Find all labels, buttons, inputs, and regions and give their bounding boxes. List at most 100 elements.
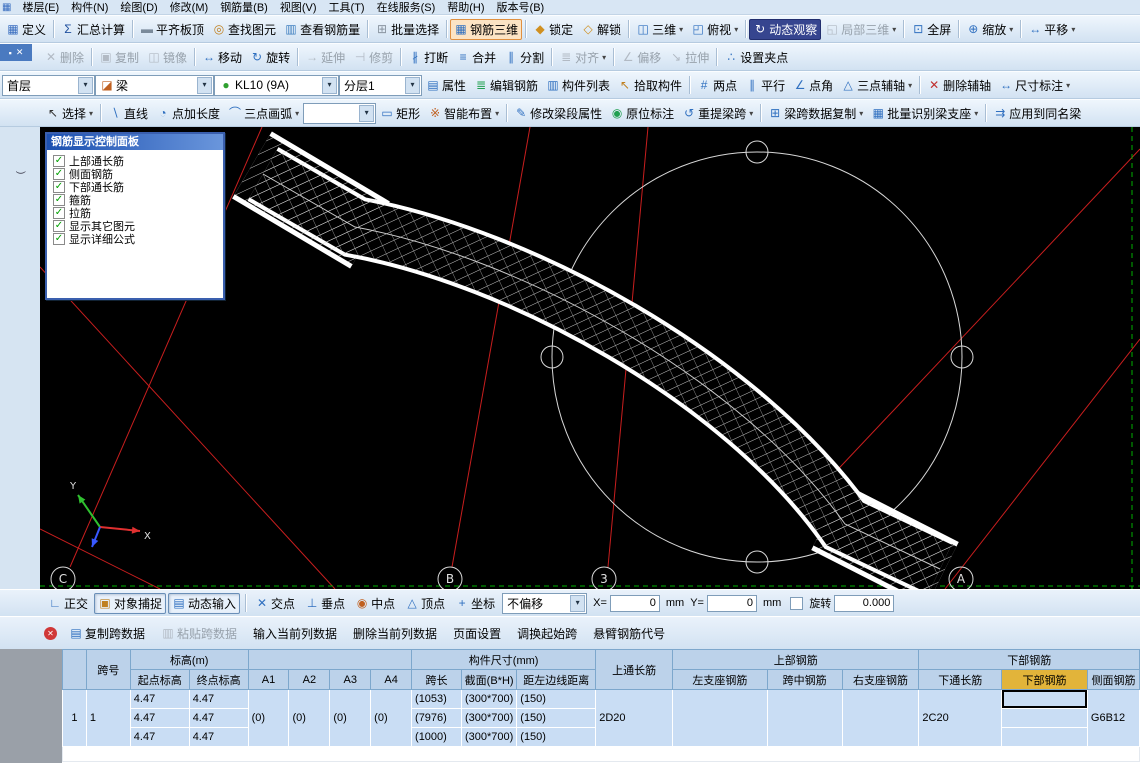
left-support-cell[interactable] bbox=[673, 690, 768, 747]
menu-draw[interactable]: 绘图(D) bbox=[115, 0, 162, 15]
page-setup-button[interactable]: 页面设置 bbox=[449, 623, 505, 644]
copy-button[interactable]: ▣复制 bbox=[95, 47, 143, 68]
col-header-span-no[interactable]: 跨号 bbox=[86, 650, 130, 690]
start-elevation-cell[interactable]: 4.47 bbox=[130, 728, 189, 747]
a3-cell[interactable]: (0) bbox=[330, 690, 371, 747]
col-header-midspan[interactable]: 跨中钢筋 bbox=[767, 670, 842, 690]
move-button[interactable]: ↔移动 bbox=[198, 47, 246, 68]
two-point-axis-button[interactable]: #两点 bbox=[693, 75, 741, 96]
fullscreen-button[interactable]: ⊡全屏 bbox=[907, 19, 955, 40]
delete-button[interactable]: ✕删除 bbox=[40, 47, 88, 68]
parallel-axis-button[interactable]: ∥平行 bbox=[741, 75, 789, 96]
define-button[interactable]: ▦定义 bbox=[2, 19, 50, 40]
edit-rebar-button[interactable]: ≣编辑钢筋 bbox=[470, 75, 542, 96]
midpoint-snap-button[interactable]: ◉中点 bbox=[351, 593, 399, 614]
batch-select-button[interactable]: ⊞批量选择 bbox=[371, 19, 443, 40]
three-point-auxaxis-button[interactable]: △三点辅轴▾ bbox=[837, 75, 916, 96]
unlock-button[interactable]: ◇解锁 bbox=[577, 19, 625, 40]
menu-component[interactable]: 构件(N) bbox=[66, 0, 113, 15]
bottom-rebar-selected-cell[interactable] bbox=[1002, 690, 1088, 709]
col-header-left-support[interactable]: 左支座钢筋 bbox=[673, 670, 768, 690]
three-point-arc-button[interactable]: ⌒三点画弧▾ bbox=[224, 103, 303, 124]
dock-pin-icon[interactable]: ▪ bbox=[9, 48, 12, 58]
element-type-combo[interactable]: ◪梁▾ bbox=[95, 75, 214, 96]
right-support-cell[interactable] bbox=[842, 690, 919, 747]
a1-cell[interactable]: (0) bbox=[248, 690, 289, 747]
align-button[interactable]: ≣对齐▾ bbox=[555, 47, 610, 68]
checkbox[interactable]: ✓ bbox=[53, 155, 65, 167]
col-header-section[interactable]: 截面(B*H) bbox=[461, 670, 516, 690]
set-grips-button[interactable]: ∴设置夹点 bbox=[720, 47, 792, 68]
col-header-bottom-rebar-selected[interactable]: 下部钢筋 bbox=[1002, 670, 1088, 690]
span-length-cell[interactable]: (1053) bbox=[412, 690, 462, 709]
start-elevation-cell[interactable]: 4.47 bbox=[130, 690, 189, 709]
top-view-button[interactable]: ◰俯视▾ bbox=[687, 19, 742, 40]
col-header-a1[interactable]: A1 bbox=[248, 670, 289, 690]
dock-tab-label[interactable]: ) bbox=[14, 171, 26, 174]
end-elevation-cell[interactable]: 4.47 bbox=[189, 709, 248, 728]
extend-button[interactable]: →延伸 bbox=[301, 47, 349, 68]
checkbox[interactable]: ✓ bbox=[53, 220, 65, 232]
section-cell[interactable]: (300*700) bbox=[461, 728, 516, 747]
menu-floor[interactable]: 楼层(E) bbox=[17, 0, 64, 15]
find-element-button[interactable]: ◎查找图元 bbox=[208, 19, 280, 40]
vertex-snap-button[interactable]: △顶点 bbox=[401, 593, 449, 614]
menu-rebar-qty[interactable]: 钢筋量(B) bbox=[215, 0, 273, 15]
select-button[interactable]: ↖选择▾ bbox=[42, 103, 97, 124]
dimension-button[interactable]: ↔尺寸标注▾ bbox=[995, 75, 1074, 96]
lock-button[interactable]: ◆锁定 bbox=[529, 19, 577, 40]
col-header-right-support[interactable]: 右支座钢筋 bbox=[842, 670, 919, 690]
checkbox[interactable]: ✓ bbox=[53, 181, 65, 193]
delete-current-column-button[interactable]: 删除当前列数据 bbox=[349, 623, 441, 644]
col-header-bottom-through[interactable]: 下通长筋 bbox=[919, 670, 1002, 690]
bottom-through-cell[interactable]: 2C20 bbox=[919, 690, 1002, 747]
menu-help[interactable]: 帮助(H) bbox=[442, 0, 489, 15]
menu-modify[interactable]: 修改(M) bbox=[165, 0, 214, 15]
pick-component-button[interactable]: ↖拾取构件 bbox=[614, 75, 686, 96]
copy-span-data-button[interactable]: ▤复制跨数据 bbox=[65, 623, 149, 644]
merge-button[interactable]: ≡合并 bbox=[452, 47, 500, 68]
col-header-side-rebar[interactable]: 侧面钢筋 bbox=[1087, 670, 1139, 690]
arc-options-combo[interactable]: ▾ bbox=[303, 103, 376, 124]
bottom-rebar-cell[interactable] bbox=[1002, 709, 1088, 728]
span-length-cell[interactable]: (7976) bbox=[412, 709, 462, 728]
start-elevation-cell[interactable]: 4.47 bbox=[130, 709, 189, 728]
summary-calc-button[interactable]: Σ汇总计算 bbox=[57, 19, 129, 40]
osnap-toggle[interactable]: ▣对象捕捉 bbox=[94, 593, 166, 614]
intersection-snap-button[interactable]: ✕交点 bbox=[251, 593, 299, 614]
beam-wireframe[interactable] bbox=[252, 165, 942, 575]
left-edge-dist-cell[interactable]: (150) bbox=[517, 690, 596, 709]
re-extract-span-button[interactable]: ↺重提梁跨▾ bbox=[678, 103, 757, 124]
dynamic-input-toggle[interactable]: ▤动态输入 bbox=[168, 593, 240, 614]
properties-button[interactable]: ▤属性 bbox=[422, 75, 470, 96]
a2-cell[interactable]: (0) bbox=[289, 690, 330, 747]
ortho-toggle[interactable]: ∟正交 bbox=[44, 593, 92, 614]
checkbox[interactable]: ✓ bbox=[53, 207, 65, 219]
offset-button[interactable]: ∠偏移 bbox=[617, 47, 665, 68]
dock-close-icon[interactable]: ✕ bbox=[16, 47, 24, 58]
split-button[interactable]: ∥分割 bbox=[500, 47, 548, 68]
line-button[interactable]: ∖直线 bbox=[104, 103, 152, 124]
x-coordinate-input[interactable]: 0 bbox=[610, 595, 660, 612]
offset-combo[interactable]: 不偏移 ▾ bbox=[502, 593, 587, 614]
grid-status-icon[interactable]: ✕ bbox=[44, 627, 57, 640]
modify-beam-segment-button[interactable]: ✎修改梁段属性 bbox=[510, 103, 606, 124]
left-edge-dist-cell[interactable]: (150) bbox=[517, 728, 596, 747]
menu-view[interactable]: 视图(V) bbox=[275, 0, 322, 15]
rotate-angle-input[interactable]: 0.000 bbox=[834, 595, 894, 612]
rotate-button[interactable]: ↻旋转 bbox=[246, 47, 294, 68]
span-data-copy-button[interactable]: ⊞梁跨数据复制▾ bbox=[764, 103, 867, 124]
left-edge-dist-cell[interactable]: (150) bbox=[517, 709, 596, 728]
drawing-canvas[interactable]: C B 3 A Y X 钢筋显示控制面板 ✓上部通长 bbox=[40, 127, 1140, 589]
y-coordinate-input[interactable]: 0 bbox=[707, 595, 757, 612]
trim-button[interactable]: ⊣修剪 bbox=[349, 47, 397, 68]
paste-span-data-button[interactable]: ▥粘贴跨数据 bbox=[157, 623, 241, 644]
component-combo[interactable]: ●KL10 (9A)▾ bbox=[214, 75, 339, 96]
window-icon[interactable]: ▦ bbox=[2, 2, 11, 13]
rectangle-button[interactable]: ▭矩形 bbox=[376, 103, 424, 124]
side-rebar-cell[interactable]: G6B12 bbox=[1087, 690, 1139, 747]
pan-button[interactable]: ↔平移▾ bbox=[1024, 19, 1079, 40]
stretch-button[interactable]: ↘拉伸 bbox=[665, 47, 713, 68]
col-header-a2[interactable]: A2 bbox=[289, 670, 330, 690]
end-elevation-cell[interactable]: 4.47 bbox=[189, 690, 248, 709]
